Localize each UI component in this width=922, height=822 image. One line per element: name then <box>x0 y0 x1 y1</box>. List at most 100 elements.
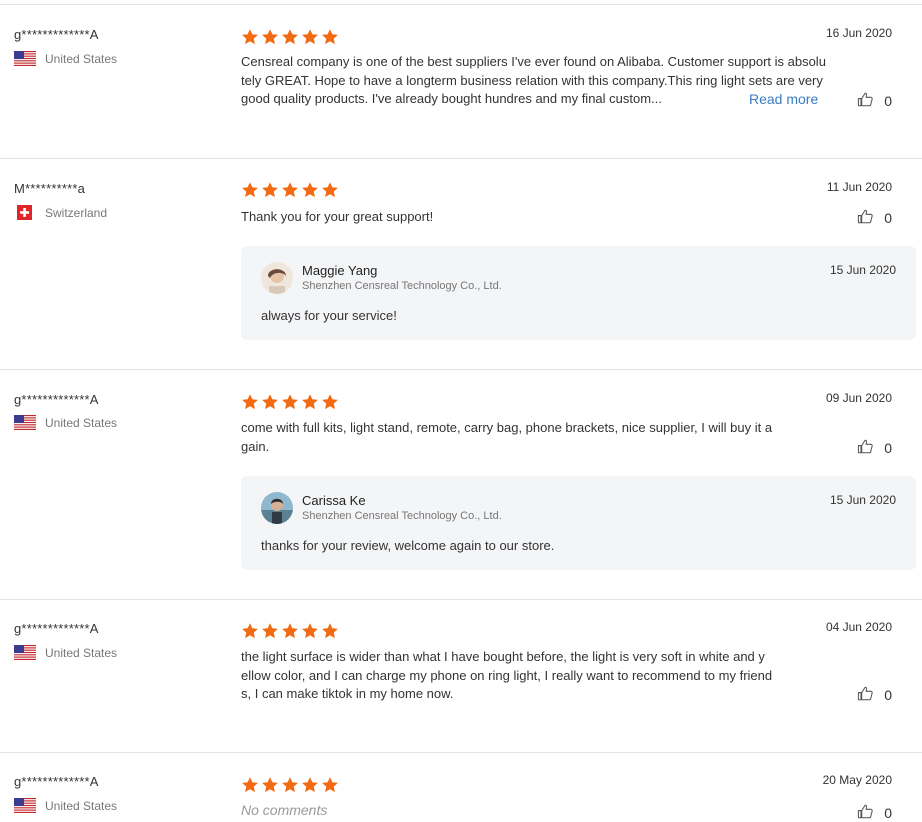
reviewer-country: Switzerland <box>14 205 107 220</box>
star-icon <box>262 29 278 45</box>
reviewer-name: g*************A <box>14 774 99 789</box>
review-line: gain. <box>241 438 270 454</box>
star-icon <box>262 394 278 410</box>
thumbs-up-icon <box>857 803 874 822</box>
like-count: 0 <box>884 440 892 456</box>
review-date: 09 Jun 2020 <box>825 391 892 405</box>
review-line: No comments <box>241 802 328 818</box>
star-icon <box>302 777 318 793</box>
review-date: 16 Jun 2020 <box>825 26 892 40</box>
reply-author: Carissa Ke <box>302 493 366 508</box>
reply-date: 15 Jun 2020 <box>829 263 896 277</box>
thumbs-up-icon <box>857 438 874 458</box>
review-line: come with full kits, light stand, remote… <box>241 420 773 435</box>
like-button[interactable]: 0 <box>857 685 892 705</box>
reply-text: always for your service! <box>261 308 397 323</box>
reviewer-name: g*************A <box>14 392 99 407</box>
star-icon <box>322 394 338 410</box>
country-label: United States <box>45 51 118 66</box>
avatar <box>261 262 293 294</box>
review-date: 20 May 2020 <box>822 773 892 787</box>
like-button[interactable]: 0 <box>857 208 892 228</box>
read-more-link[interactable]: Read more <box>749 91 818 107</box>
star-icon <box>262 182 278 198</box>
reviewer-name: g*************A <box>14 27 99 42</box>
like-count: 0 <box>884 805 892 821</box>
review-item: g*************A United States 04 Jun 202… <box>0 599 922 752</box>
star-icon <box>242 623 258 639</box>
review-item: g*************A United States 20 May 202… <box>0 752 922 822</box>
star-icon <box>302 182 318 198</box>
review-line: s, I can make tiktok in my home now. <box>241 686 454 701</box>
star-icon <box>242 182 258 198</box>
us-flag-icon <box>14 645 36 660</box>
reviewer-name: g*************A <box>14 621 99 636</box>
us-flag-icon <box>14 415 36 430</box>
review-date: 04 Jun 2020 <box>825 620 892 634</box>
reply-text: thanks for your review, welcome again to… <box>261 538 555 553</box>
us-flag-icon <box>14 51 36 66</box>
review-text: No comments <box>241 801 861 820</box>
reply-company: Shenzhen Censreal Technology Co., Ltd. <box>302 280 502 292</box>
star-icon <box>302 623 318 639</box>
star-icon <box>242 777 258 793</box>
review-date: 11 Jun 2020 <box>826 180 892 194</box>
star-rating <box>241 776 339 794</box>
star-icon <box>262 623 278 639</box>
us-flag-icon <box>14 798 36 813</box>
thumbs-up-icon <box>857 208 874 228</box>
star-rating <box>241 622 339 640</box>
avatar <box>261 492 293 524</box>
like-count: 0 <box>884 93 892 109</box>
reviewer-name: M**********a <box>14 181 86 196</box>
star-icon <box>242 394 258 410</box>
star-rating <box>241 393 339 411</box>
like-button[interactable]: 0 <box>857 803 892 822</box>
star-icon <box>322 777 338 793</box>
reviewer-country: United States <box>14 798 117 813</box>
star-icon <box>302 394 318 410</box>
seller-reply: Carissa Ke Shenzhen Censreal Technology … <box>241 476 916 570</box>
like-count: 0 <box>884 687 892 703</box>
star-icon <box>322 29 338 45</box>
review-line: the light surface is wider than what I h… <box>241 649 765 664</box>
review-line: tely GREAT. Hope to have a longterm busi… <box>241 72 823 88</box>
star-rating <box>241 181 339 199</box>
review-item: g*************A United States 09 Jun 202… <box>0 369 922 600</box>
like-button[interactable]: 0 <box>857 91 892 111</box>
seller-reply: Maggie Yang Shenzhen Censreal Technology… <box>241 246 916 340</box>
reply-author: Maggie Yang <box>302 263 378 278</box>
star-icon <box>282 777 298 793</box>
like-button[interactable]: 0 <box>857 438 892 458</box>
review-item: M**********a Switzerland 11 Jun 2020 Tha… <box>0 158 922 370</box>
star-icon <box>282 29 298 45</box>
review-line: ellow color, and I can charge my phone o… <box>241 667 773 683</box>
star-icon <box>302 29 318 45</box>
review-item: g*************A United States 16 Jun 202… <box>0 4 922 158</box>
star-icon <box>322 182 338 198</box>
star-icon <box>242 29 258 45</box>
reviewer-country: United States <box>14 51 117 66</box>
star-rating <box>241 28 339 46</box>
country-label: United States <box>45 798 118 813</box>
like-count: 0 <box>884 210 892 226</box>
star-icon <box>282 623 298 639</box>
thumbs-up-icon <box>857 91 874 111</box>
star-icon <box>282 394 298 410</box>
review-line: Censreal company is one of the best supp… <box>241 54 826 69</box>
review-text: come with full kits, light stand, remote… <box>241 419 861 456</box>
country-label: United States <box>45 415 118 430</box>
country-label: Switzerland <box>45 205 108 220</box>
review-line: Thank you for your great support! <box>241 209 434 224</box>
country-label: United States <box>45 645 118 660</box>
star-icon <box>322 623 338 639</box>
star-icon <box>262 777 278 793</box>
reviewer-country: United States <box>14 645 117 660</box>
reply-date: 15 Jun 2020 <box>829 493 896 507</box>
swiss-flag-icon <box>14 205 36 220</box>
review-text: Thank you for your great support! <box>241 208 861 227</box>
thumbs-up-icon <box>857 685 874 705</box>
review-text: the light surface is wider than what I h… <box>241 648 861 704</box>
star-icon <box>282 182 298 198</box>
reply-company: Shenzhen Censreal Technology Co., Ltd. <box>302 510 502 522</box>
